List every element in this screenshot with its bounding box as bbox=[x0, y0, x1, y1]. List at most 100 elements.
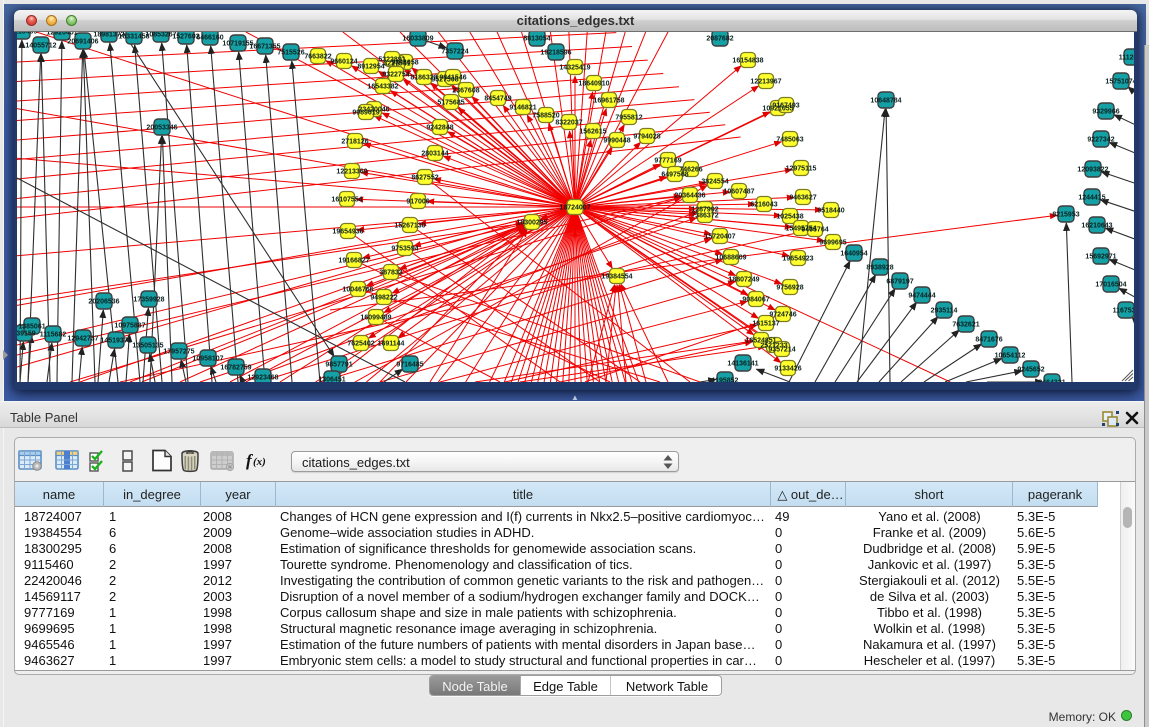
svg-text:9357214: 9357214 bbox=[768, 347, 795, 354]
svg-text:8454749: 8454749 bbox=[484, 96, 511, 103]
svg-text:8627552: 8627552 bbox=[411, 175, 438, 182]
svg-text:17016504: 17016504 bbox=[1095, 282, 1126, 289]
svg-text:2367608: 2367608 bbox=[452, 88, 479, 95]
svg-text:9322754: 9322754 bbox=[382, 72, 409, 79]
svg-text:6879197: 6879197 bbox=[886, 279, 913, 286]
svg-text:16154838: 16154838 bbox=[732, 58, 763, 65]
svg-text:9753594: 9753594 bbox=[391, 246, 418, 253]
svg-text:6216043: 6216043 bbox=[750, 202, 777, 209]
svg-text:16099489: 16099489 bbox=[360, 315, 391, 322]
svg-text:9699695: 9699695 bbox=[819, 240, 846, 247]
svg-text:12213967: 12213967 bbox=[750, 79, 781, 86]
svg-text:7663822: 7663822 bbox=[304, 54, 331, 61]
svg-text:8215953: 8215953 bbox=[1052, 212, 1079, 219]
svg-text:14136141: 14136141 bbox=[727, 361, 758, 368]
svg-text:17359928: 17359928 bbox=[133, 297, 164, 304]
svg-text:15267130: 15267130 bbox=[394, 223, 425, 230]
svg-text:1615137: 1615137 bbox=[752, 321, 779, 328]
svg-text:20206536: 20206536 bbox=[88, 299, 119, 306]
svg-text:10648784: 10648784 bbox=[870, 98, 901, 105]
svg-text:9660124: 9660124 bbox=[330, 59, 357, 66]
svg-text:20364436: 20364436 bbox=[674, 193, 705, 200]
svg-text:16107554: 16107554 bbox=[331, 197, 362, 204]
svg-text:939159: 939159 bbox=[17, 331, 36, 338]
svg-text:10975887: 10975887 bbox=[114, 323, 145, 330]
svg-text:19166827: 19166827 bbox=[338, 258, 369, 265]
svg-text:9857791: 9857791 bbox=[325, 362, 352, 369]
svg-text:10958107: 10958107 bbox=[192, 356, 223, 363]
svg-text:8813054: 8813054 bbox=[523, 36, 550, 43]
svg-text:9777169: 9777169 bbox=[654, 158, 681, 165]
svg-text:15720407: 15720407 bbox=[704, 234, 735, 241]
svg-text:13505135: 13505135 bbox=[132, 343, 163, 350]
svg-text:8912954: 8912954 bbox=[357, 64, 384, 71]
svg-text:1562615: 1562615 bbox=[579, 129, 606, 136]
svg-text:10046766: 10046766 bbox=[342, 287, 373, 294]
svg-text:20691406: 20691406 bbox=[67, 39, 98, 46]
svg-text:9724746: 9724746 bbox=[769, 312, 796, 319]
svg-text:2935114: 2935114 bbox=[931, 308, 958, 315]
svg-text:9146821: 9146821 bbox=[509, 105, 536, 112]
svg-text:12942737: 12942737 bbox=[67, 336, 98, 343]
svg-text:387833: 387833 bbox=[379, 270, 402, 277]
svg-text:9242848: 9242848 bbox=[426, 125, 453, 132]
svg-text:19118499: 19118499 bbox=[17, 32, 37, 36]
svg-text:9990448: 9990448 bbox=[603, 138, 630, 145]
svg-text:8938928: 8938928 bbox=[866, 265, 893, 272]
svg-text:1306451: 1306451 bbox=[318, 377, 345, 383]
svg-text:7955812: 7955812 bbox=[615, 115, 642, 122]
svg-text:18724007: 18724007 bbox=[559, 205, 590, 212]
svg-text:18300295: 18300295 bbox=[516, 220, 547, 227]
svg-text:5322891: 5322891 bbox=[378, 57, 405, 64]
svg-text:19654936: 19654936 bbox=[332, 229, 363, 236]
svg-text:16782759: 16782759 bbox=[220, 365, 251, 372]
svg-text:14325419: 14325419 bbox=[559, 65, 590, 72]
svg-text:9245652: 9245652 bbox=[1017, 367, 1044, 374]
svg-text:(x): (x) bbox=[253, 456, 266, 468]
svg-text:9756928: 9756928 bbox=[776, 285, 803, 292]
svg-text:2087682: 2087682 bbox=[706, 36, 733, 43]
svg-text:3824554: 3824554 bbox=[701, 179, 728, 186]
svg-text:19384554: 19384554 bbox=[601, 274, 632, 281]
svg-text:7386372: 7386372 bbox=[691, 213, 718, 220]
svg-text:9518440: 9518440 bbox=[817, 208, 844, 215]
svg-text:1244415: 1244415 bbox=[1078, 195, 1105, 202]
svg-text:7485063: 7485063 bbox=[776, 137, 803, 144]
svg-text:10654112: 10654112 bbox=[995, 353, 1026, 360]
svg-text:9464321: 9464321 bbox=[1038, 380, 1065, 383]
svg-text:12923468: 12923468 bbox=[247, 375, 278, 382]
svg-text:9167493: 9167493 bbox=[772, 103, 799, 110]
svg-text:17957275: 17957275 bbox=[163, 349, 194, 356]
svg-text:1195852: 1195852 bbox=[712, 378, 739, 383]
svg-text:7357224: 7357224 bbox=[441, 49, 468, 56]
svg-text:16961758: 16961758 bbox=[593, 98, 624, 105]
svg-text:9989619: 9989619 bbox=[352, 110, 379, 117]
svg-text:9498222: 9498222 bbox=[370, 295, 397, 302]
svg-text:6466160: 6466160 bbox=[196, 35, 223, 42]
svg-text:16543382: 16543382 bbox=[367, 84, 398, 91]
svg-text:7588520: 7588520 bbox=[532, 113, 559, 120]
svg-text:8186328: 8186328 bbox=[410, 75, 437, 82]
svg-text:18807249: 18807249 bbox=[728, 277, 759, 284]
svg-text:8322037: 8322037 bbox=[555, 120, 582, 127]
svg-text:16033809: 16033809 bbox=[402, 36, 433, 43]
svg-text:9463627: 9463627 bbox=[789, 195, 816, 202]
svg-text:2718126: 2718126 bbox=[341, 139, 368, 146]
svg-text:9227342: 9227342 bbox=[1087, 137, 1114, 144]
svg-text:1385061: 1385061 bbox=[18, 324, 45, 331]
svg-text:14519371: 14519371 bbox=[100, 338, 131, 345]
svg-text:19654923: 19654923 bbox=[782, 256, 813, 263]
svg-text:746266: 746266 bbox=[679, 167, 702, 174]
svg-text:8471676: 8471676 bbox=[975, 337, 1002, 344]
svg-text:1167532: 1167532 bbox=[1113, 308, 1134, 315]
svg-text:15751074: 15751074 bbox=[1105, 79, 1134, 86]
svg-text:9465764: 9465764 bbox=[801, 227, 828, 234]
svg-text:1691144: 1691144 bbox=[378, 341, 405, 348]
svg-text:7625402: 7625402 bbox=[347, 341, 374, 348]
svg-text:12920451: 12920451 bbox=[46, 32, 77, 37]
svg-text:7632621: 7632621 bbox=[952, 322, 979, 329]
svg-text:12213369: 12213369 bbox=[336, 169, 367, 176]
svg-text:7515526: 7515526 bbox=[277, 50, 304, 57]
svg-text:9084067: 9084067 bbox=[742, 297, 769, 304]
svg-text:16671355: 16671355 bbox=[249, 44, 280, 51]
